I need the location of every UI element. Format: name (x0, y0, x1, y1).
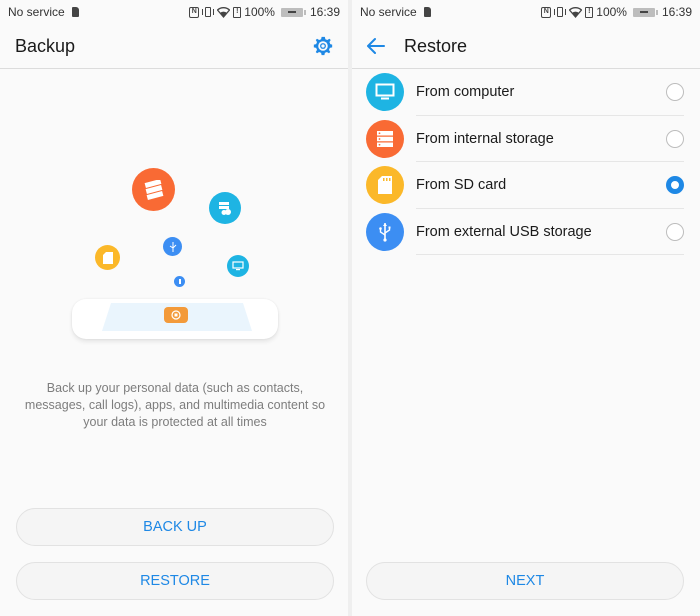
page-title: Backup (15, 35, 76, 56)
option-from-computer[interactable]: From computer (352, 69, 700, 116)
app-bar: Restore (352, 24, 700, 69)
internal-storage-icon (366, 119, 404, 158)
clock: 16:39 (661, 5, 692, 19)
nfc-icon: N (189, 6, 200, 18)
radio-button[interactable] (666, 129, 684, 148)
restore-options-list: From computer From internal storage From… (352, 69, 700, 255)
option-label: From external USB storage (416, 223, 592, 240)
status-bar: No service N ! 100% 16:39 (0, 0, 348, 24)
back-up-button[interactable]: BACK UP (16, 508, 334, 546)
computer-icon (227, 255, 249, 277)
gear-icon[interactable] (312, 35, 334, 57)
vibrate-icon (554, 7, 567, 17)
app-bar: Backup (0, 24, 348, 69)
wifi-icon (217, 6, 231, 18)
page-title: Restore (404, 35, 468, 56)
restore-screen: No service N ! 100% 16:39 Restore From c… (352, 0, 700, 616)
option-label: From computer (416, 84, 515, 100)
sim-status-icon: ! (233, 6, 242, 18)
option-from-sd-card[interactable]: From SD card (352, 162, 700, 209)
usb-icon (163, 237, 182, 256)
option-label: From SD card (416, 177, 507, 193)
sim-icon (71, 7, 79, 17)
clock: 16:39 (309, 5, 340, 19)
usb-icon (366, 212, 404, 251)
divider (416, 254, 684, 255)
sim-icon (423, 7, 431, 17)
battery-charging-icon (280, 7, 306, 17)
next-button[interactable]: NEXT (366, 562, 684, 600)
sim-status-icon: ! (585, 6, 594, 18)
radio-button[interactable] (666, 176, 684, 194)
nfc-icon: N (541, 6, 552, 18)
option-from-external-usb[interactable]: From external USB storage (352, 209, 700, 255)
carrier-text: No service (8, 5, 65, 19)
backup-app-icon (164, 307, 188, 323)
phone-icon (72, 299, 278, 339)
cloud-storage-icon (209, 192, 241, 224)
option-from-internal-storage[interactable]: From internal storage (352, 116, 700, 162)
backup-screen: No service N ! 100% 16:39 Backup Back up… (0, 0, 348, 616)
battery-charging-icon (632, 7, 658, 17)
radio-button[interactable] (666, 83, 684, 101)
backup-description: Back up your personal data (such as cont… (24, 381, 326, 429)
carrier-text: No service (360, 5, 417, 19)
usb-small-icon (174, 276, 185, 287)
restore-button[interactable]: RESTORE (16, 562, 334, 600)
computer-icon (366, 73, 404, 111)
status-bar: No service N ! 100% 16:39 (352, 0, 700, 24)
battery-percent: 100% (244, 5, 275, 19)
option-label: From internal storage (416, 130, 554, 147)
vibrate-icon (202, 7, 215, 17)
sd-card-icon (95, 245, 120, 270)
radio-button[interactable] (666, 222, 684, 241)
backup-illustration (0, 69, 348, 369)
wifi-icon (569, 6, 583, 18)
internal-storage-icon (132, 168, 175, 211)
battery-percent: 100% (596, 5, 627, 19)
arrow-back-icon[interactable] (364, 34, 388, 58)
sd-card-icon (366, 166, 404, 204)
